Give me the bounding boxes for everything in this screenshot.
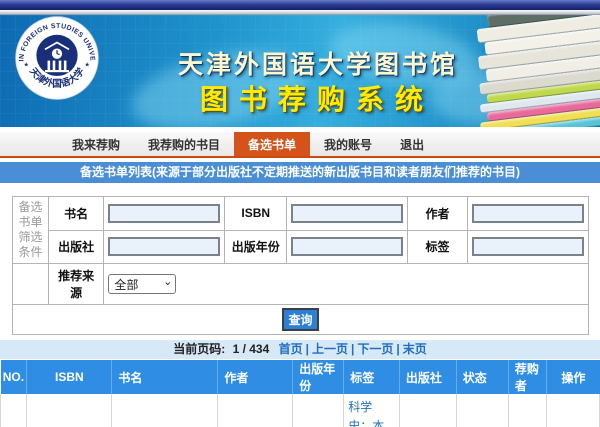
source-label: 推荐来源 bbox=[48, 264, 103, 305]
pub-year-label: 出版年份 bbox=[225, 230, 287, 264]
isbn-label: ISBN bbox=[225, 197, 287, 231]
col-header-publisher: 出版社 bbox=[399, 360, 456, 394]
svg-text:★: ★ bbox=[23, 62, 28, 69]
publisher-input[interactable] bbox=[108, 237, 220, 256]
nav-item-logout[interactable]: 退出 bbox=[386, 132, 438, 156]
svg-text:★: ★ bbox=[85, 62, 90, 69]
cell-tag: 科学史；本书共8本，已翻译了4-5本，建议把所有翻译的版本都买了，谢谢. bbox=[348, 400, 395, 427]
first-page-link[interactable]: 首页 bbox=[279, 342, 303, 356]
pagination-separator: | bbox=[306, 342, 309, 356]
last-page-link[interactable]: 末页 bbox=[403, 342, 427, 356]
col-header-recommender: 荐购者 bbox=[508, 360, 546, 394]
tag-input[interactable] bbox=[472, 237, 584, 256]
top-navy-bar bbox=[0, 0, 600, 10]
book-title-input[interactable] bbox=[108, 204, 220, 223]
publisher-label: 出版社 bbox=[48, 230, 103, 264]
pagination-pages: 1 / 434 bbox=[233, 342, 270, 356]
nav-item-my-recommended-books[interactable]: 我荐购的书目 bbox=[134, 132, 234, 156]
chevron-down-icon: ⌄ bbox=[163, 277, 172, 288]
table-row: 13186 9787534757488 剑桥科学史 （全8册） (美)波特 主编… bbox=[1, 394, 600, 427]
nav-item-recommend[interactable]: 我来荐购 bbox=[58, 132, 134, 156]
filter-form: 备选书单筛选条件 书名 ISBN 作者 出版社 出版年份 标签 推荐来源 全部 … bbox=[12, 196, 589, 335]
cell-isbn: 9787534757488 bbox=[27, 394, 112, 427]
isbn-input[interactable] bbox=[291, 204, 403, 223]
system-name-title: 图书荐购系统 bbox=[200, 78, 434, 118]
prev-page-link[interactable]: 上一页 bbox=[312, 342, 348, 356]
main-nav: 我来荐购 我荐购的书目 备选书单 我的账号 退出 bbox=[0, 132, 600, 156]
pagination-separator: | bbox=[351, 342, 354, 356]
table-header-row: NO. ISBN 书名 作者 出版年份 标签 出版社 状态 荐购者 操作 bbox=[1, 360, 600, 394]
nav-item-my-account[interactable]: 我的账号 bbox=[310, 132, 386, 156]
pagination-bar: 当前页码: 1 / 434 首页|上一页|下一页|末页 bbox=[0, 340, 600, 359]
book-title-label: 书名 bbox=[48, 197, 103, 231]
pagination-label: 当前页码: bbox=[173, 342, 225, 356]
search-button[interactable]: 查询 bbox=[282, 308, 318, 331]
col-header-no: NO. bbox=[1, 360, 27, 394]
cell-no: 13186 bbox=[1, 394, 27, 427]
source-select[interactable]: 全部 ⌄ bbox=[108, 274, 176, 294]
col-header-isbn: ISBN bbox=[27, 360, 112, 394]
col-header-pub-year: 出版年份 bbox=[293, 360, 344, 394]
banner: TIANJIN FOREIGN STUDIES UNIVERSITY ★ ★ 天… bbox=[0, 15, 600, 127]
cell-recommender bbox=[508, 394, 546, 427]
book-stack-image bbox=[465, 15, 600, 127]
library-name-title: 天津外国语大学图书馆 bbox=[178, 45, 458, 81]
cell-pub-year: 2010-03-01 bbox=[293, 394, 344, 427]
empty-cell bbox=[13, 264, 49, 305]
author-label: 作者 bbox=[408, 197, 468, 231]
results-table: NO. ISBN 书名 作者 出版年份 标签 出版社 状态 荐购者 操作 131… bbox=[0, 360, 600, 427]
section-header: 备选书单列表(来源于部分出版社不定期推送的新出版书目和读者朋友们推荐的书目) bbox=[0, 162, 600, 183]
nav-item-candidate-list[interactable]: 备选书单 bbox=[234, 132, 310, 156]
source-select-value: 全部 bbox=[114, 276, 138, 293]
next-page-link[interactable]: 下一页 bbox=[357, 342, 393, 356]
pagination-separator: | bbox=[396, 342, 399, 356]
cell-status bbox=[456, 394, 508, 427]
university-logo-icon: TIANJIN FOREIGN STUDIES UNIVERSITY ★ ★ 天… bbox=[14, 15, 100, 101]
filter-group-label: 备选书单筛选条件 bbox=[13, 197, 49, 264]
col-header-author: 作者 bbox=[218, 360, 293, 394]
col-header-title: 书名 bbox=[112, 360, 218, 394]
pub-year-input[interactable] bbox=[291, 237, 403, 256]
col-header-action: 操作 bbox=[547, 360, 600, 394]
col-header-status: 状态 bbox=[456, 360, 508, 394]
col-header-tag: 标签 bbox=[344, 360, 400, 394]
tag-label: 标签 bbox=[408, 230, 468, 264]
author-input[interactable] bbox=[472, 204, 584, 223]
